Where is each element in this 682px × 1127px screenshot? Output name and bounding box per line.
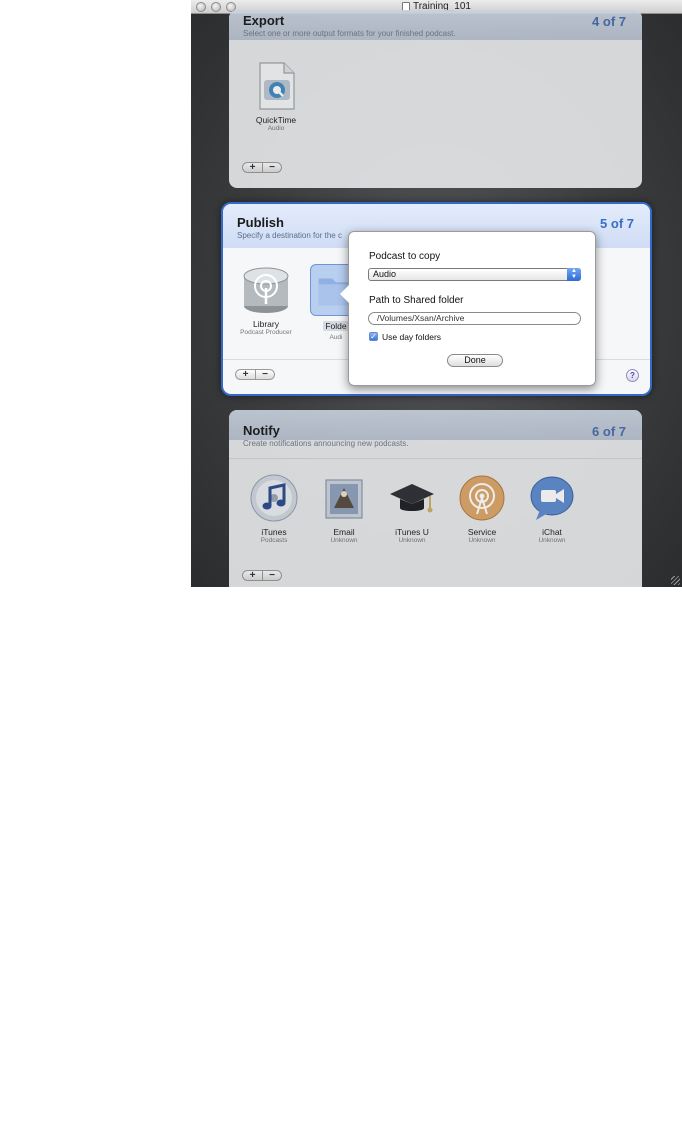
export-subtitle: Select one or more output formats for yo…	[243, 29, 456, 38]
folder-settings-popover: Podcast to copy Audio ▲ ▼ Path to Shared …	[340, 231, 596, 386]
notify-item-label: Service	[467, 527, 497, 537]
notify-item-email[interactable]: Email Unknown	[311, 472, 377, 544]
export-header: Export Select one or more output formats…	[229, 10, 642, 40]
library-icon	[240, 264, 292, 316]
help-button[interactable]: ?	[626, 369, 639, 382]
notify-item-sublabel: Unknown	[330, 537, 358, 544]
notify-remove-button[interactable]: −	[262, 571, 281, 580]
export-remove-button[interactable]: −	[262, 163, 281, 172]
publish-add-remove: + −	[235, 369, 275, 380]
notify-item-label: iTunes U	[395, 527, 429, 537]
export-item-quicktime[interactable]: QuickTime Audio	[243, 60, 309, 132]
use-day-folders-label: Use day folders	[382, 332, 442, 342]
notify-item-label: Email	[333, 527, 355, 537]
notify-header: Notify Create notifications announcing n…	[229, 410, 642, 448]
publish-item-label: Library	[253, 319, 279, 329]
notify-item-sublabel: Unknown	[398, 537, 426, 544]
publish-add-button[interactable]: +	[236, 370, 255, 379]
close-window-button[interactable]	[196, 2, 206, 12]
quicktime-icon	[250, 60, 302, 112]
notify-item-itunes-u[interactable]: iTunes U Unknown	[379, 472, 445, 544]
notify-add-remove: + −	[242, 570, 282, 581]
export-step: 4 of 7	[592, 14, 626, 29]
resize-grip-icon[interactable]	[671, 576, 680, 585]
publish-step: 5 of 7	[600, 216, 634, 231]
publish-title: Publish	[237, 215, 284, 230]
app-window: Training_101 Export Select one or more o…	[191, 0, 682, 587]
service-icon	[456, 472, 508, 524]
notify-add-button[interactable]: +	[243, 571, 262, 580]
ichat-icon	[526, 472, 578, 524]
podcast-to-copy-label: Podcast to copy	[369, 251, 441, 262]
notify-item-itunes[interactable]: iTunes Podcasts	[241, 472, 307, 544]
notify-item-sublabel: Unknown	[538, 537, 566, 544]
itunes-icon	[248, 472, 300, 524]
publish-item-sublabel: Podcast Producer	[240, 329, 292, 336]
publish-item-library[interactable]: Library Podcast Producer	[233, 264, 299, 336]
done-button[interactable]: Done	[447, 354, 503, 367]
itunes-u-icon	[386, 472, 438, 524]
notify-item-label: iTunes	[261, 527, 287, 537]
path-label: Path to Shared folder	[369, 295, 464, 306]
export-add-remove: + −	[242, 162, 282, 173]
use-day-folders-checkbox[interactable]: ✓	[369, 332, 378, 341]
notify-step: 6 of 7	[592, 424, 626, 439]
notify-subtitle: Create notifications announcing new podc…	[243, 439, 409, 448]
notify-item-sublabel: Unknown	[468, 537, 496, 544]
minimize-window-button[interactable]	[211, 2, 221, 12]
podcast-select-value: Audio	[373, 269, 397, 279]
select-arrows-icon: ▲ ▼	[567, 268, 581, 281]
notify-item-service[interactable]: Service Unknown	[449, 472, 515, 544]
notify-panel[interactable]: Notify Create notifications announcing n…	[229, 410, 642, 587]
podcast-select[interactable]: Audio ▲ ▼	[368, 268, 581, 281]
export-panel[interactable]: Export Select one or more output formats…	[229, 10, 642, 188]
notify-item-sublabel: Podcasts	[260, 537, 288, 544]
export-item-label: QuickTime	[255, 115, 297, 125]
publish-remove-button[interactable]: −	[255, 370, 274, 379]
notify-title: Notify	[243, 423, 280, 438]
popover-arrow	[340, 285, 349, 303]
email-icon	[318, 472, 370, 524]
publish-item-label: Folde	[323, 321, 349, 331]
notify-item-label: iChat	[542, 527, 562, 537]
export-add-button[interactable]: +	[243, 163, 262, 172]
notify-divider	[229, 458, 642, 459]
export-item-sublabel: Audio	[267, 125, 285, 132]
export-title: Export	[243, 13, 285, 28]
notify-item-ichat[interactable]: iChat Unknown	[519, 472, 585, 544]
path-input[interactable]: /Volumes/Xsan/Archive	[368, 312, 581, 325]
